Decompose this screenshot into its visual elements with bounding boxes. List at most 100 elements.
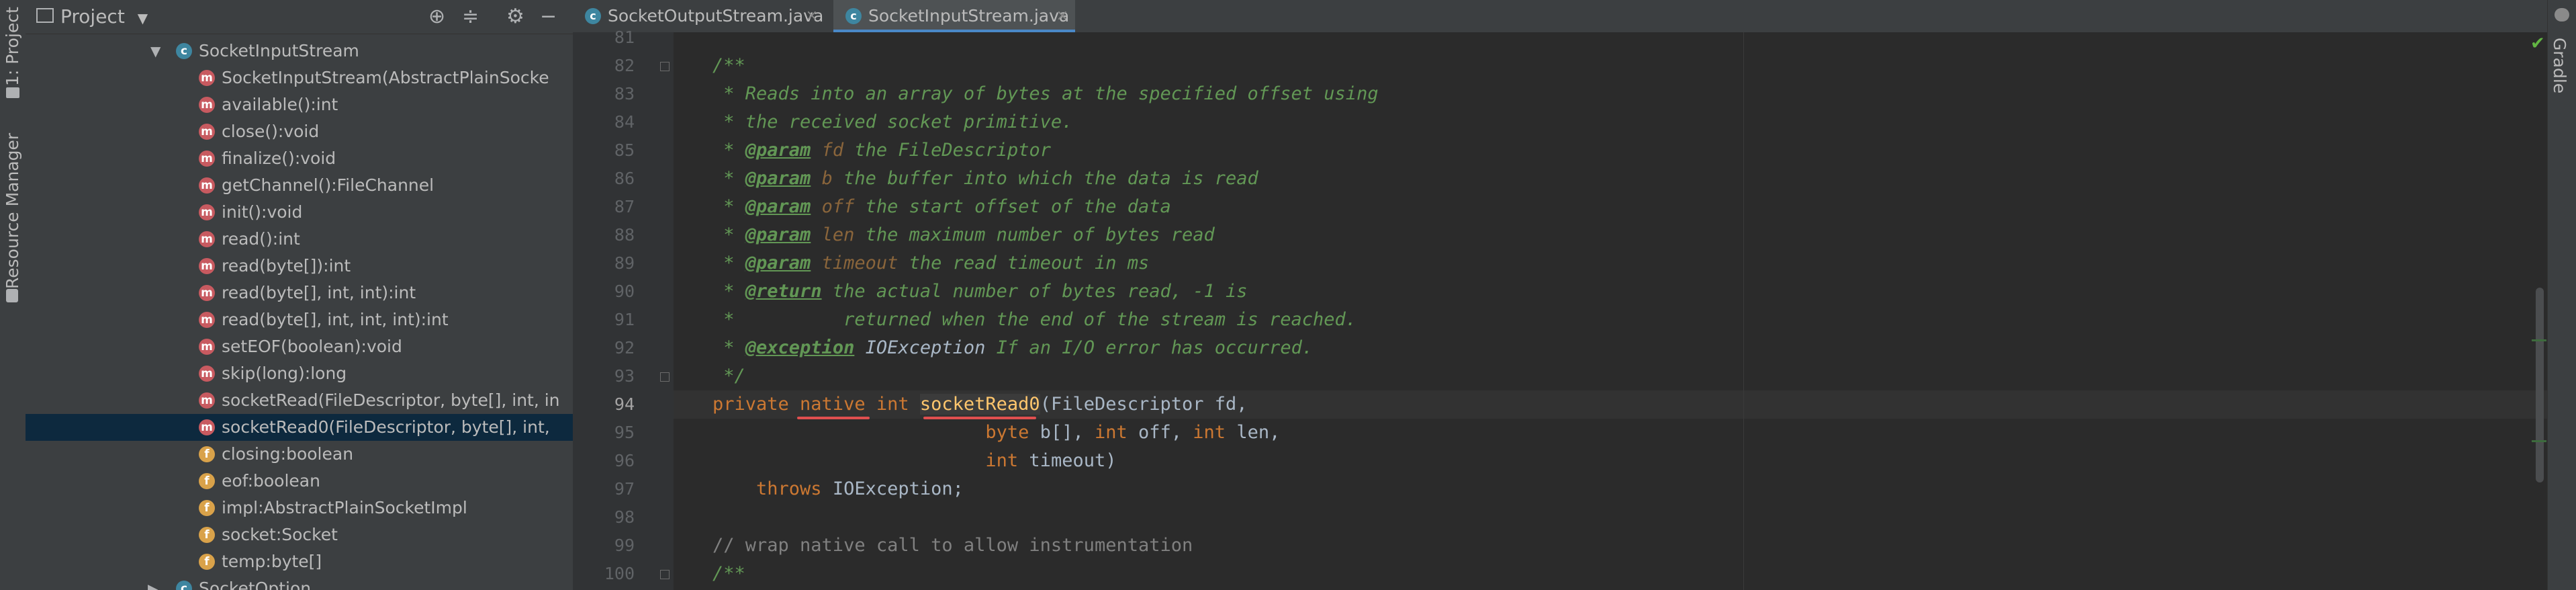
tree-item[interactable]: m init():void — [26, 199, 573, 226]
line-number: 84 — [614, 112, 635, 132]
code-token: If an I/O error has occurred. — [985, 337, 1314, 358]
chevron-right-icon[interactable]: ▶ — [148, 575, 158, 590]
code-token: * Reads into an array of bytes at the sp… — [712, 83, 1379, 104]
project-view-selector[interactable]: Project ▼ — [60, 5, 148, 28]
tree-item-label: read(byte[], int, int):int — [222, 283, 416, 302]
tab-label: SocketInputStream.java — [868, 6, 1070, 26]
tree-item-label: SocketInputStream — [199, 41, 359, 60]
fold-marker[interactable] — [660, 62, 670, 71]
tree-item[interactable]: m setEOF(boolean):void — [26, 333, 573, 360]
tree-item-label: SocketInputStream(AbstractPlainSocke — [222, 68, 549, 87]
line-number: 81 — [614, 28, 635, 47]
resource-manager-tool-button[interactable]: Resource Manager — [3, 133, 22, 289]
line-number-gutter: 81 82 83 84 85 86 87 88 89 90 91 92 93 94 95 96 97 98 99 10… — [573, 28, 674, 590]
code-token: @param — [745, 140, 811, 161]
code-line: * @param len the maximum number of bytes… — [712, 221, 1215, 249]
code-token: the start offset of the data — [854, 196, 1171, 217]
code-token: len — [811, 224, 855, 245]
code-line: * @exception IOException If an I/O error… — [712, 334, 1313, 362]
tree-item[interactable]: m available():int — [26, 91, 573, 118]
tree-item[interactable]: m socketRead0(FileDescriptor, byte[], int… — [26, 414, 573, 441]
minimize-icon[interactable]: − — [540, 5, 557, 28]
code-token: the actual number of bytes read, -1 is — [821, 281, 1248, 302]
method-icon: m — [199, 366, 215, 382]
chevron-down-icon: ▼ — [137, 10, 148, 26]
code-token: @param — [745, 224, 811, 245]
gradle-tool-button[interactable]: Gradle — [2550, 38, 2569, 93]
folder-icon[interactable] — [6, 87, 19, 98]
line-number: 82 — [614, 56, 635, 75]
code-line: * @param fd the FileDescriptor — [712, 136, 1051, 165]
code-line: * the received socket primitive. — [712, 108, 1072, 136]
tree-item[interactable]: ▼ c SocketInputStream — [26, 38, 573, 65]
code-token: off, — [1127, 422, 1193, 443]
code-token: /** — [712, 563, 745, 584]
chevron-down-icon[interactable]: ▼ — [150, 38, 160, 65]
code-token: b — [811, 168, 833, 189]
tree-item[interactable]: m getChannel():FileChannel — [26, 172, 573, 199]
tree-item-label: setEOF(boolean):void — [222, 337, 402, 356]
tree-item[interactable]: m socketRead(FileDescriptor, byte[], int,… — [26, 387, 573, 414]
code-editor[interactable]: /** * Reads into an array of bytes at th… — [674, 32, 2547, 590]
code-token: b[], — [1029, 422, 1095, 443]
code-line: private native int socketRead0(FileDescr… — [712, 390, 1248, 419]
method-icon: m — [199, 70, 215, 86]
tree-item[interactable]: f eof:boolean — [26, 468, 573, 495]
tree-item[interactable]: m read(byte[], int, int):int — [26, 280, 573, 306]
line-number: 95 — [614, 423, 635, 442]
code-token: * — [712, 140, 745, 161]
method-icon: m — [199, 177, 215, 194]
code-line: */ — [712, 362, 745, 390]
tree-item[interactable]: m read(byte[]):int — [26, 253, 573, 280]
tree-item-label: impl:AbstractPlainSocketImpl — [222, 498, 467, 517]
tab-socket-output-stream[interactable]: c SocketOutputStream.java × — [573, 0, 825, 32]
tree-item-label: eof:boolean — [222, 471, 320, 491]
code-token: timeout) — [1018, 450, 1117, 471]
project-tool-button[interactable]: 1: Project — [3, 7, 22, 86]
code-token: len, — [1226, 422, 1281, 443]
code-token: the buffer into which the data is read — [832, 168, 1258, 189]
tree-item[interactable]: f impl:AbstractPlainSocketImpl — [26, 495, 573, 521]
tree-item[interactable]: m close():void — [26, 118, 573, 145]
code-token: @param — [745, 253, 811, 273]
field-icon: f — [199, 554, 215, 570]
collapse-all-icon[interactable]: ≑ — [462, 5, 479, 28]
gear-icon[interactable]: ⚙ — [506, 5, 524, 28]
tree-item[interactable]: m read(byte[], int, int, int):int — [26, 306, 573, 333]
code-token: off — [811, 196, 855, 217]
code-token: * — [712, 224, 745, 245]
tree-item[interactable]: m skip(long):long — [26, 360, 573, 387]
tree-item-label: socket:Socket — [222, 525, 338, 544]
close-icon[interactable]: × — [1056, 0, 1068, 32]
tree-item-label: skip(long):long — [222, 364, 347, 383]
tree-item[interactable]: ▶ c SocketOption — [26, 575, 573, 590]
code-token: * — [712, 281, 745, 302]
tree-item[interactable]: m finalize():void — [26, 145, 573, 172]
resource-manager-icon[interactable] — [6, 289, 18, 302]
line-number: 92 — [614, 338, 635, 357]
editor-scrollbar[interactable] — [2536, 288, 2544, 482]
tree-item-label: available():int — [222, 95, 338, 114]
locate-icon[interactable]: ⊕ — [428, 5, 445, 28]
tree-item[interactable]: m read():int — [26, 226, 573, 253]
tree-item-label: read(byte[], int, int, int):int — [222, 310, 449, 329]
tab-label: SocketOutputStream.java — [608, 6, 824, 26]
tab-socket-input-stream[interactable]: c SocketInputStream.java × — [833, 0, 1075, 32]
line-number: 85 — [614, 140, 635, 160]
tree-item[interactable]: f closing:boolean — [26, 441, 573, 468]
code-token: * the received socket primitive. — [712, 112, 1073, 132]
line-number: 93 — [614, 366, 635, 386]
code-token: * — [712, 196, 745, 217]
fold-marker[interactable] — [660, 570, 670, 579]
close-icon[interactable]: × — [806, 0, 818, 32]
method-icon: m — [199, 204, 215, 220]
code-token: @param — [745, 168, 811, 189]
line-number: 98 — [614, 507, 635, 527]
tree-item[interactable]: f temp:byte[] — [26, 548, 573, 575]
inspection-ok-icon[interactable]: ✔ — [2530, 34, 2545, 54]
tree-item[interactable]: f socket:Socket — [26, 521, 573, 548]
fold-marker[interactable] — [660, 372, 670, 382]
tree-item[interactable]: m SocketInputStream(AbstractPlainSocke — [26, 65, 573, 91]
